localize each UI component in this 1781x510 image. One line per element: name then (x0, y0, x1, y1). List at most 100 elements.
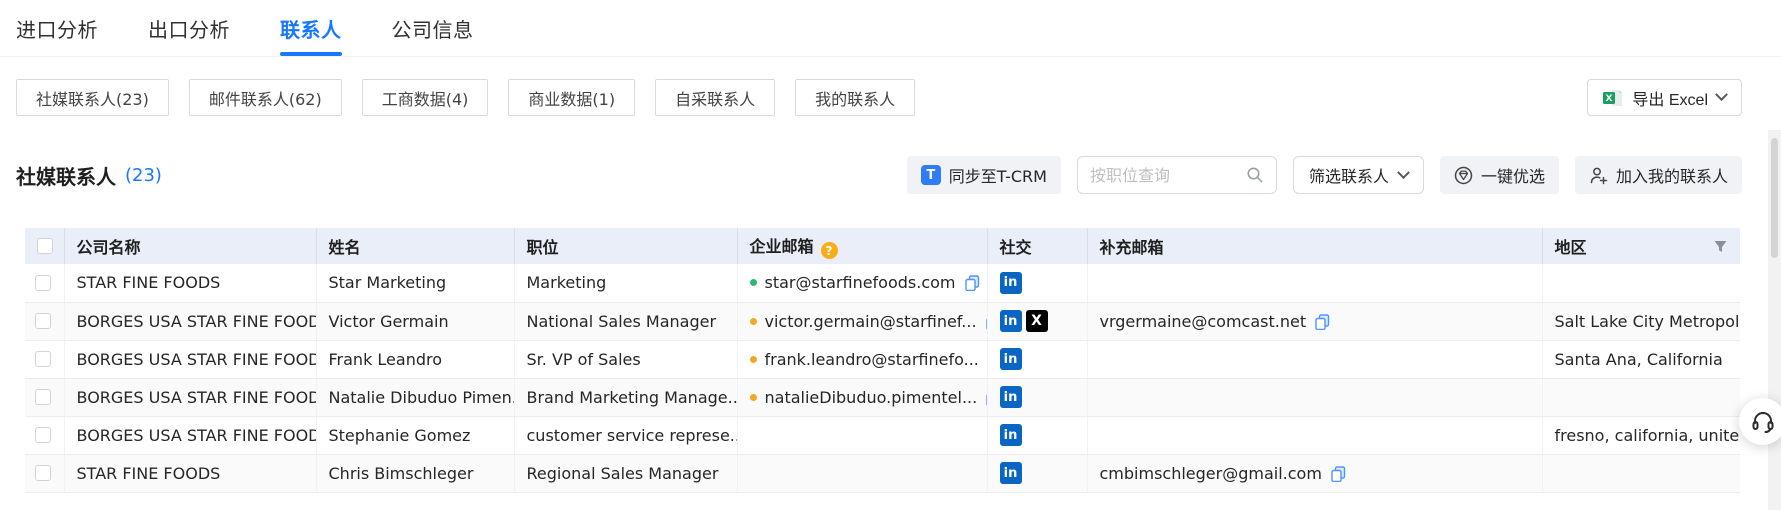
filter-chip-0[interactable]: 社媒联系人(23) (16, 79, 169, 116)
tab-import-analysis[interactable]: 进口分析 (16, 0, 98, 56)
top-tab-bar: 进口分析 出口分析 联系人 公司信息 (0, 0, 1781, 57)
extra-email-cell (1087, 340, 1542, 378)
table-row: BORGES USA STAR FINE FOODSFrank LeandroS… (25, 340, 1740, 378)
headset-icon (1750, 409, 1776, 435)
filter-chip-5[interactable]: 我的联系人 (795, 79, 915, 116)
x-twitter-icon[interactable]: X (1026, 310, 1048, 332)
excel-icon: X (1603, 88, 1623, 108)
social-cell: in (987, 264, 1087, 302)
copy-icon[interactable] (1330, 465, 1347, 482)
social-cell: in (987, 340, 1087, 378)
extra-email-cell: cmbimschleger@gmail.com (1087, 454, 1542, 492)
email-status-dot (750, 394, 757, 401)
linkedin-icon[interactable]: in (1000, 424, 1022, 446)
row-checkbox[interactable] (35, 351, 51, 367)
person-plus-icon (1589, 166, 1608, 185)
export-excel-button[interactable]: X 导出 Excel (1587, 79, 1742, 116)
table-row: STAR FINE FOODSStar MarketingMarketingst… (25, 264, 1740, 302)
region-cell (1542, 264, 1740, 302)
chevron-down-icon (1397, 166, 1410, 179)
copy-icon[interactable] (1314, 313, 1331, 330)
filter-chip-2[interactable]: 工商数据(4) (362, 79, 489, 116)
name-cell: Victor Germain (316, 302, 514, 340)
funnel-icon[interactable] (1713, 239, 1728, 254)
name-cell: Natalie Dibuduo Pimen... (316, 378, 514, 416)
corp-email-cell: natalieDibuduo.pimentel... (737, 378, 987, 416)
linkedin-icon[interactable]: in (1000, 348, 1022, 370)
filter-contacts-label: 筛选联系人 (1309, 163, 1389, 187)
filter-chip-4[interactable]: 自采联系人 (655, 79, 775, 116)
scrollbar-thumb[interactable] (1771, 138, 1778, 258)
email-text: natalieDibuduo.pimentel... (765, 388, 978, 407)
corp-email-cell: star@starfinefoods.com (737, 264, 987, 302)
corp-email-cell: victor.germain@starfinef... (737, 302, 987, 340)
col-header-corp-email: 企业邮箱? (737, 228, 987, 264)
chevron-down-icon (1715, 88, 1728, 101)
row-checkbox[interactable] (35, 427, 51, 443)
company-cell: BORGES USA STAR FINE FOODS (64, 416, 316, 454)
tab-export-analysis[interactable]: 出口分析 (148, 0, 230, 56)
name-cell: Stephanie Gomez (316, 416, 514, 454)
table-row: STAR FINE FOODSChris BimschlegerRegional… (25, 454, 1740, 492)
name-cell: Star Marketing (316, 264, 514, 302)
select-all-checkbox[interactable] (37, 238, 53, 254)
one-key-optimize-label: 一键优选 (1481, 163, 1545, 187)
social-cell: inX (987, 302, 1087, 340)
linkedin-icon[interactable]: in (1000, 272, 1022, 294)
row-checkbox[interactable] (35, 275, 51, 291)
row-checkbox[interactable] (35, 313, 51, 329)
row-checkbox[interactable] (35, 389, 51, 405)
linkedin-icon[interactable]: in (1000, 462, 1022, 484)
email-status-dot (750, 318, 757, 325)
contacts-table: 公司名称 姓名 职位 企业邮箱? 社交 补充邮箱 地区 (25, 228, 1740, 493)
extra-email-text: vrgermaine@comcast.net (1100, 312, 1307, 331)
region-cell (1542, 454, 1740, 492)
add-to-my-contacts-label: 加入我的联系人 (1616, 163, 1728, 187)
col-header-name: 姓名 (316, 228, 514, 264)
corp-email-label: 企业邮箱 (750, 237, 814, 256)
one-key-optimize-button[interactable]: 一键优选 (1440, 156, 1559, 194)
export-excel-label: 导出 Excel (1632, 86, 1708, 110)
position-search-input[interactable] (1090, 166, 1246, 185)
extra-email-cell: vrgermaine@comcast.net (1087, 302, 1542, 340)
copy-icon[interactable] (964, 274, 981, 291)
company-cell: BORGES USA STAR FINE FOODS (64, 378, 316, 416)
t-crm-logo: T (921, 165, 941, 185)
question-icon[interactable]: ? (821, 242, 838, 259)
gem-circle-icon (1454, 166, 1473, 185)
col-header-company: 公司名称 (64, 228, 316, 264)
vertical-scrollbar[interactable] (1768, 130, 1781, 510)
search-icon[interactable] (1246, 166, 1264, 184)
filter-chip-3[interactable]: 商业数据(1) (508, 79, 635, 116)
add-to-my-contacts-button[interactable]: 加入我的联系人 (1575, 156, 1742, 194)
email-status-dot (750, 279, 757, 286)
filter-contacts-dropdown[interactable]: 筛选联系人 (1293, 156, 1424, 194)
position-cell: customer service represe... (514, 416, 737, 454)
email-text: victor.germain@starfinef... (765, 312, 977, 331)
region-label: 地区 (1555, 234, 1587, 258)
linkedin-icon[interactable]: in (1000, 310, 1022, 332)
tab-company-info[interactable]: 公司信息 (392, 0, 474, 56)
col-header-region: 地区 (1542, 228, 1740, 264)
customer-support-button[interactable] (1739, 398, 1781, 445)
sync-to-tcrm-button[interactable]: T 同步至T-CRM (907, 156, 1061, 194)
row-checkbox[interactable] (35, 465, 51, 481)
table-row: BORGES USA STAR FINE FOODSNatalie Dibudu… (25, 378, 1740, 416)
extra-email-cell (1087, 264, 1542, 302)
col-header-position: 职位 (514, 228, 737, 264)
position-cell: Brand Marketing Manage... (514, 378, 737, 416)
section-count: (23) (125, 165, 162, 186)
table-header: 公司名称 姓名 职位 企业邮箱? 社交 补充邮箱 地区 (25, 228, 1740, 264)
position-search (1077, 156, 1277, 194)
position-cell: Sr. VP of Sales (514, 340, 737, 378)
filter-chips: 社媒联系人(23) 邮件联系人(62) 工商数据(4) 商业数据(1) 自采联系人我的联… (16, 79, 915, 116)
tab-contacts[interactable]: 联系人 (280, 0, 342, 56)
linkedin-icon[interactable]: in (1000, 386, 1022, 408)
filter-chip-1[interactable]: 邮件联系人(62) (189, 79, 342, 116)
sync-to-tcrm-label: 同步至T-CRM (949, 163, 1047, 187)
filter-chip-bar: 社媒联系人(23) 邮件联系人(62) 工商数据(4) 商业数据(1) 自采联系人我的联… (16, 79, 1742, 116)
region-cell: Santa Ana, California (1542, 340, 1740, 378)
section-title: 社媒联系人 (16, 161, 116, 190)
col-header-social: 社交 (987, 228, 1087, 264)
social-cell: in (987, 416, 1087, 454)
